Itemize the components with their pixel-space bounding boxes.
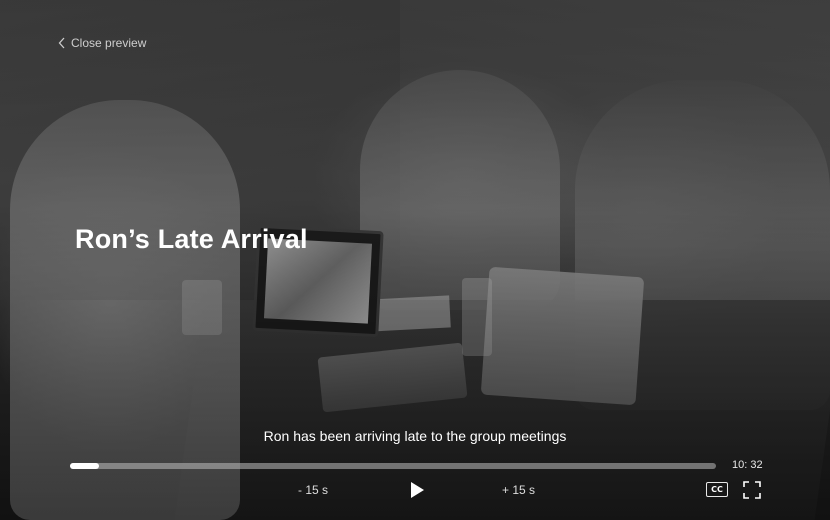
progress-fill <box>70 463 100 469</box>
duration-label: 10: 32 <box>732 459 763 471</box>
video-title: Ron’s Late Arrival <box>75 224 308 254</box>
closed-captions-icon: CC <box>706 482 728 497</box>
fullscreen-button[interactable] <box>743 481 761 499</box>
closed-captions-button[interactable]: CC <box>706 482 730 498</box>
close-preview-label: Close preview <box>71 36 147 50</box>
chevron-left-icon <box>58 37 65 49</box>
play-icon <box>411 482 424 498</box>
rewind-15-button[interactable]: - 15 s <box>298 483 328 497</box>
play-button[interactable] <box>407 480 427 500</box>
fullscreen-icon <box>743 481 761 499</box>
close-preview-button[interactable]: Close preview <box>58 36 146 50</box>
video-player[interactable]: Close preview Ron’s Late Arrival Ron has… <box>0 0 830 520</box>
video-caption: Ron has been arriving late to the group … <box>263 428 567 444</box>
forward-15-button[interactable]: + 15 s <box>502 483 535 497</box>
progress-bar[interactable] <box>70 463 716 469</box>
